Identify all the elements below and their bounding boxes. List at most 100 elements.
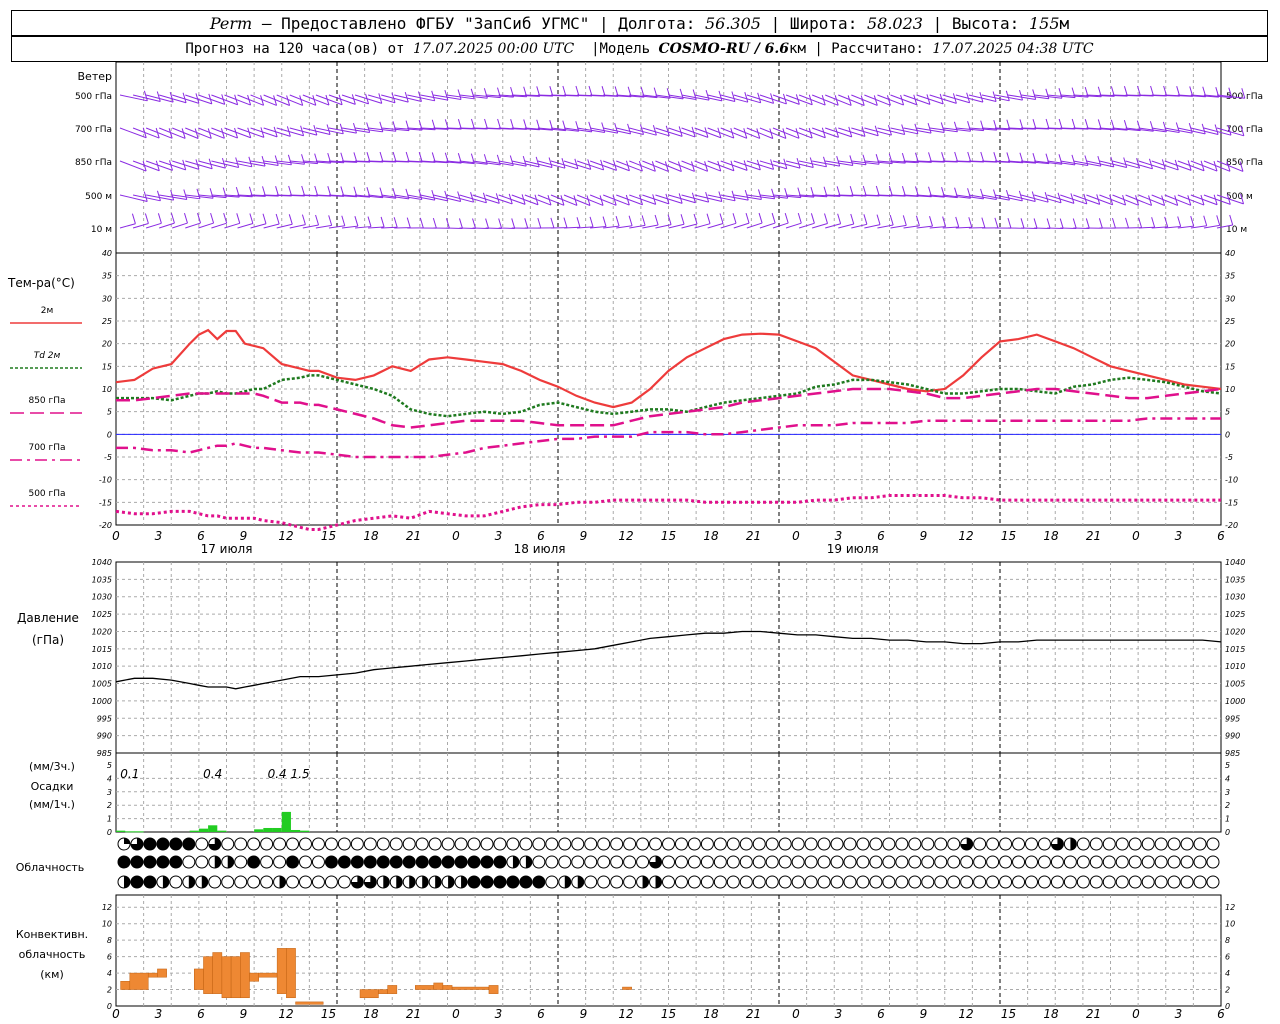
conv-hour-label: 21 [746, 1007, 761, 1021]
cloud-cover-symbol [986, 855, 1000, 869]
wind-barb [354, 216, 359, 227]
conv-tick-left: 10 [102, 920, 112, 929]
pressure-unit: (гПа) [32, 633, 64, 647]
wind-barb [511, 218, 516, 229]
cloud-cover-symbol [130, 855, 144, 869]
wind-vane [838, 223, 854, 229]
cloud-cover-symbol [156, 837, 170, 851]
conv-hour-label: 0 [792, 1007, 800, 1021]
wind-barb [1110, 156, 1115, 167]
cloud-cover-symbol [545, 875, 559, 889]
wind-vane [145, 160, 173, 171]
precip-bar [217, 830, 227, 832]
precip-total-label: 0.4 [268, 767, 287, 781]
wind-barb [183, 189, 188, 200]
precip-total-label: 1.5 [291, 767, 310, 781]
cloud-cover-symbol [597, 875, 611, 889]
cloud-cover-symbol [1128, 855, 1142, 869]
cloud-cover-symbol [363, 837, 377, 851]
cloud-cover-symbol [532, 855, 546, 869]
cloud-cover-symbol [687, 837, 701, 851]
wind-barb [809, 157, 814, 168]
cloud-cover-fill [162, 876, 169, 888]
temp-hour-label: 21 [746, 529, 761, 543]
wind-barb [1058, 118, 1063, 130]
convective-bar [221, 956, 232, 999]
wind-barb [301, 214, 306, 225]
wind-barb [628, 215, 633, 226]
cloud-cover-symbol [999, 837, 1013, 851]
cloud-cover-fill [409, 876, 416, 888]
wind-barb [744, 92, 749, 103]
cloud-cover-symbol [182, 855, 196, 869]
wind-barb [143, 90, 148, 101]
cloud-cover-symbol [1141, 837, 1155, 851]
cloud-cover-symbol [247, 855, 261, 869]
cloud-cover-symbol [623, 837, 637, 851]
convective-bar [129, 972, 149, 990]
convective-bar [203, 956, 213, 994]
convective-bar [230, 956, 241, 999]
cloud-cover-fill [642, 876, 649, 888]
temp-hour-label: 6 [1217, 529, 1225, 543]
convective-bar [442, 985, 453, 990]
temp-hour-label: 15 [661, 529, 676, 543]
cloud-cover-symbol [817, 875, 831, 889]
temp-hour-label: 0 [1132, 529, 1140, 543]
wind-vane [237, 223, 254, 229]
cloud-cover-fill [512, 856, 519, 868]
wind-barb [143, 191, 148, 202]
wind-barb [824, 213, 828, 224]
wind-barb [287, 154, 292, 165]
wind-vane [302, 94, 330, 106]
cloud-cover-symbol [1102, 855, 1116, 869]
wind-barb [979, 92, 984, 103]
cloud-cover-symbol [480, 837, 494, 851]
wind-vane [276, 223, 293, 229]
cloud-cover-symbol [986, 837, 1000, 851]
temp-tick-right: -10 [1225, 476, 1238, 485]
wind-vane [603, 194, 630, 206]
cloud-cover-symbol [752, 837, 766, 851]
wind-barb [1085, 218, 1090, 229]
wind-barb [889, 214, 894, 226]
wind-vane [159, 222, 175, 229]
temp-hour-label: 18 [703, 529, 719, 543]
wind-barb [1123, 157, 1128, 168]
wind-vane [903, 94, 931, 105]
cloud-cover-symbol [908, 837, 922, 851]
pressure-tick-right: 1005 [1225, 680, 1245, 689]
wind-barb [550, 217, 555, 229]
cloud-cover-symbol [467, 875, 481, 889]
convective-bar [147, 972, 158, 978]
wind-barb [328, 215, 333, 226]
temp-tick-right: -15 [1225, 498, 1238, 507]
conv-title-2: облачность [19, 948, 86, 961]
cloud-cover-symbol [804, 837, 818, 851]
cloud-cover-fill [564, 876, 571, 888]
convective-bar [258, 972, 278, 978]
conv-hour-label: 0 [452, 1007, 460, 1021]
cloud-cover-symbol [532, 837, 546, 851]
wind-barb [955, 216, 960, 228]
temp-hour-label: 3 [835, 529, 843, 543]
wind-barb [157, 213, 162, 224]
wind-vane [589, 194, 617, 206]
wind-vane [211, 222, 227, 229]
precip-tick-right: 1 [1225, 815, 1230, 824]
cloud-cover-symbol [830, 837, 844, 851]
wind-level-label-right: 500 м [1226, 192, 1253, 202]
wind-vane [759, 222, 776, 229]
pressure-tick-right: 985 [1225, 749, 1240, 758]
cloud-cover-symbol [1025, 855, 1038, 869]
wind-vane [119, 223, 136, 229]
cloud-cover-symbol [1180, 837, 1194, 851]
convective-bar [276, 948, 287, 994]
cloud-cover-symbol [921, 837, 935, 851]
cloud-cover-symbol [428, 837, 442, 851]
wind-barb [432, 217, 437, 229]
precip-tick-right: 2 [1225, 801, 1230, 810]
cloud-cover-symbol [260, 875, 274, 889]
cloud-cover-symbol [169, 855, 183, 869]
pressure-tick-right: 1015 [1225, 645, 1245, 654]
